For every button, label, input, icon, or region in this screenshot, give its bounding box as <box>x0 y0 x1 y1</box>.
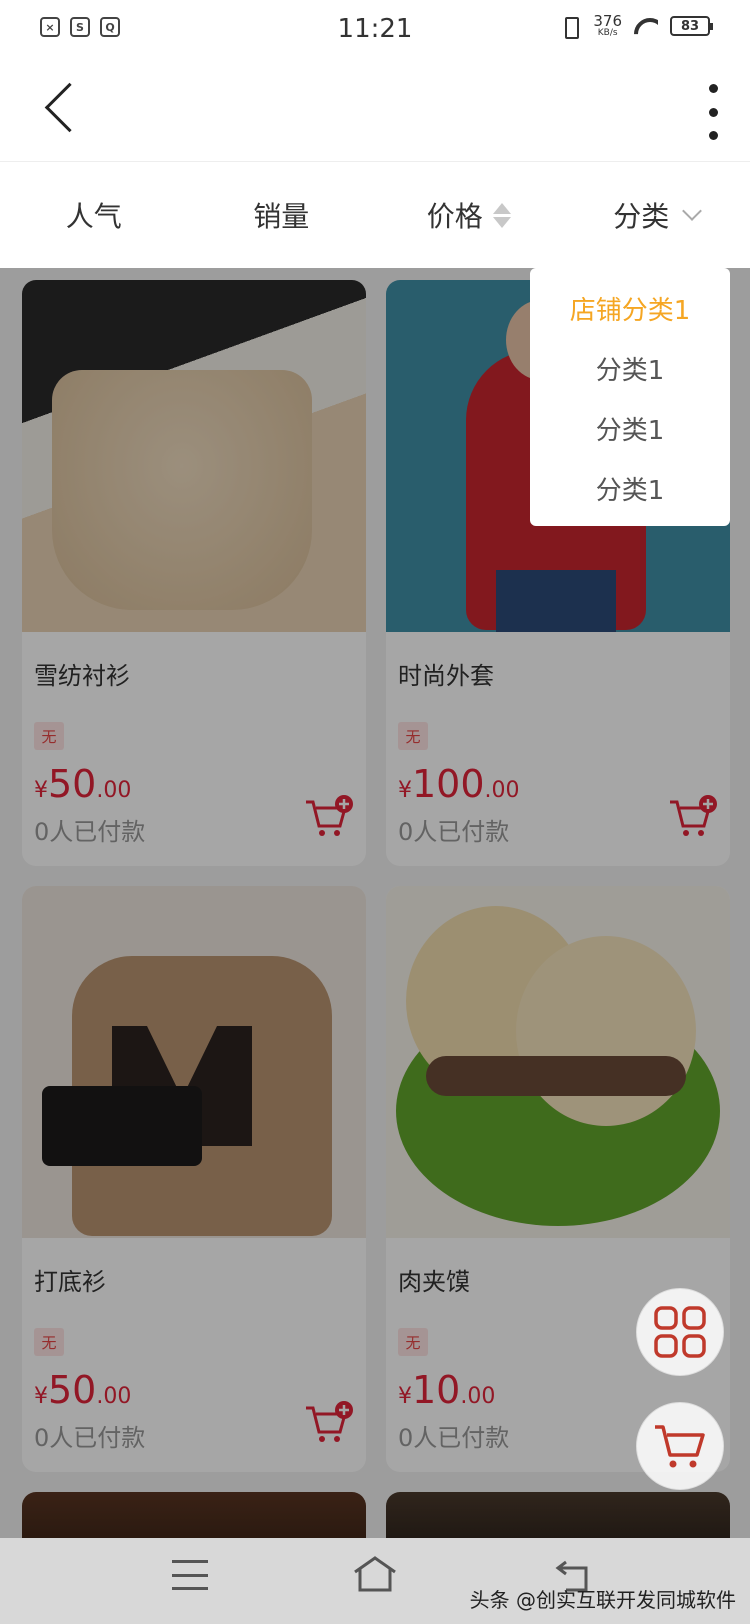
status-right-icons: 376 KB/s 83 <box>559 12 713 39</box>
dropdown-item-category[interactable]: 分类1 <box>530 398 730 458</box>
dropdown-item-category[interactable]: 分类1 <box>530 338 730 398</box>
network-speed: 376 KB/s <box>593 12 622 38</box>
wifi-icon <box>634 16 658 36</box>
cart-icon <box>655 1425 705 1468</box>
sort-tabs: 人气 销量 价格 分类 <box>0 162 750 268</box>
vibrate-icon <box>559 15 581 39</box>
nav-bar <box>0 58 750 162</box>
battery-indicator: 83 <box>670 16 713 36</box>
grid-icon <box>654 1306 706 1358</box>
more-vertical-icon[interactable] <box>698 84 728 140</box>
tab-popularity[interactable]: 人气 <box>0 162 188 268</box>
chevron-left-icon[interactable] <box>40 82 88 138</box>
tab-category[interactable]: 分类 <box>563 162 750 268</box>
category-grid-button[interactable] <box>636 1288 724 1376</box>
dropdown-item-shop-category[interactable]: 店铺分类1 <box>530 278 730 338</box>
chevron-down-icon <box>682 201 703 221</box>
menu-icon[interactable] <box>172 1560 208 1590</box>
shopping-cart-button[interactable] <box>636 1402 724 1490</box>
sort-arrows-icon <box>492 202 511 228</box>
category-dropdown: 店铺分类1 分类1 分类1 分类1 <box>530 258 730 526</box>
tab-price[interactable]: 价格 <box>375 162 563 268</box>
watermark-text: 头条 @创实互联开发同城软件 <box>469 1588 736 1612</box>
dropdown-item-category[interactable]: 分类1 <box>530 458 730 518</box>
home-icon[interactable] <box>352 1554 398 1594</box>
tab-sales[interactable]: 销量 <box>188 162 376 268</box>
status-bar: × S Q 11:21 376 KB/s 83 <box>0 0 750 58</box>
